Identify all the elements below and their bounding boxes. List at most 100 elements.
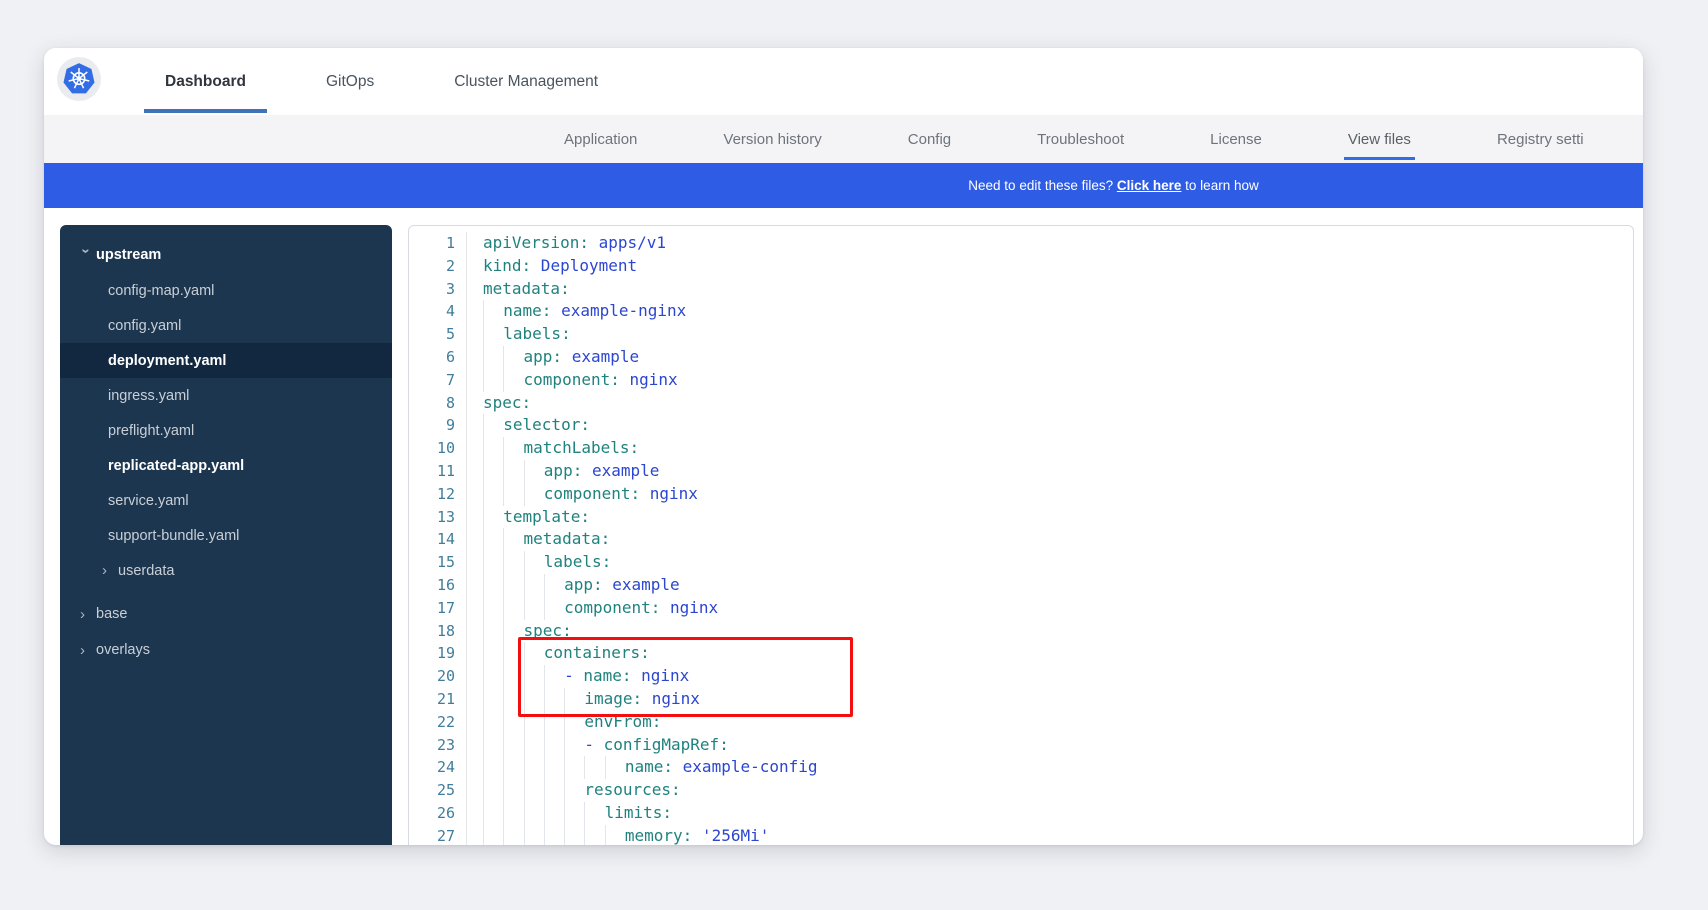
yaml-value: example [562,347,639,366]
tree-file-config-yaml[interactable]: config.yaml [60,308,392,343]
banner-click-here-link[interactable]: Click here [1117,178,1182,193]
yaml-key: resources: [584,780,680,799]
indent-guide [564,688,584,711]
yaml-value: example [603,575,680,594]
tree-file-ingress-yaml[interactable]: ingress.yaml [60,378,392,413]
code-text: kind: Deployment [467,255,637,278]
line-number: 1 [409,232,467,255]
code-line-20: 20- name: nginx [409,665,1633,688]
banner-prefix: Need to edit these files? [968,178,1117,193]
code-line-14: 14metadata: [409,528,1633,551]
code-line-24: 24name: example-config [409,756,1633,779]
yaml-value: example [582,461,659,480]
code-line-18: 18spec: [409,620,1633,643]
code-line-11: 11app: example [409,460,1633,483]
line-number: 2 [409,255,467,278]
tab-view-files[interactable]: View files [1348,115,1411,163]
yaml-key: component: [524,370,620,389]
tab-application[interactable]: Application [564,115,637,163]
code-line-15: 15labels: [409,551,1633,574]
code-line-10: 10matchLabels: [409,437,1633,460]
tree-folder-overlays[interactable]: ›overlays [60,632,392,668]
tree-file-replicated-app-yaml[interactable]: replicated-app.yaml [60,448,392,483]
tree-folder-upstream[interactable]: ›upstream [60,237,392,273]
line-number: 25 [409,779,467,802]
tab-troubleshoot[interactable]: Troubleshoot [1037,115,1124,163]
code-line-13: 13template: [409,506,1633,529]
top-nav: Dashboard GitOps Cluster Management [144,48,619,115]
tab-config[interactable]: Config [908,115,951,163]
code-line-19: 19containers: [409,642,1633,665]
tree-folder-userdata[interactable]: ›userdata [60,553,392,588]
tree-file-deployment-yaml[interactable]: deployment.yaml [60,343,392,378]
line-number: 18 [409,620,467,643]
code-text: metadata: [467,278,570,301]
nav-item-dashboard[interactable]: Dashboard [144,48,267,115]
indent-guide [483,483,503,506]
code-line-8: 8spec: [409,392,1633,415]
indent-guide [483,574,503,597]
code-text: spec: [467,620,572,643]
indent-guide [483,506,503,529]
banner-suffix: to learn how [1181,178,1258,193]
tab-license[interactable]: License [1210,115,1262,163]
indent-guide [483,551,503,574]
yaml-key: component: [544,484,640,503]
yaml-key: apiVersion: [483,233,589,252]
banner-text: Need to edit these files? Click here to … [968,178,1258,193]
chevron-right-icon: › [80,607,92,622]
code-text: component: nginx [467,369,678,392]
indent-guide [503,688,523,711]
yaml-list-dash: - [564,666,583,685]
line-number: 23 [409,734,467,757]
indent-guide [544,597,564,620]
indent-guide [544,688,564,711]
code-text: app: example [467,346,639,369]
chevron-right-icon: › [102,563,114,578]
indent-guide [564,779,584,802]
code-line-12: 12component: nginx [409,483,1633,506]
tab-version-history[interactable]: Version history [723,115,821,163]
tree-file-config-map-yaml[interactable]: config-map.yaml [60,273,392,308]
tree-folder-base[interactable]: ›base [60,596,392,632]
code-text: matchLabels: [467,437,639,460]
tab-registry-setti[interactable]: Registry setti [1497,115,1584,163]
code-text: - name: nginx [467,665,689,688]
line-number: 26 [409,802,467,825]
code-line-23: 23- configMapRef: [409,734,1633,757]
yaml-value: nginx [660,598,718,617]
indent-guide [564,711,584,734]
line-number: 4 [409,300,467,323]
nav-item-cluster-management[interactable]: Cluster Management [433,48,619,115]
chevron-right-icon: › [80,643,92,658]
indent-guide [564,734,584,757]
file-tree-sidebar: ›upstreamconfig-map.yamlconfig.yamldeplo… [60,225,392,845]
indent-guide [483,756,503,779]
indent-guide [524,460,544,483]
indent-guide [503,574,523,597]
line-number: 8 [409,392,467,415]
tree-item-label: config-map.yaml [104,283,214,299]
page: Dashboard GitOps Cluster Management Applic… [0,0,1708,910]
yaml-key: configMapRef: [604,735,729,754]
indent-guide [584,825,604,845]
yaml-value: example-config [673,757,818,776]
tree-file-support-bundle-yaml[interactable]: support-bundle.yaml [60,518,392,553]
yaml-key: image: [584,689,642,708]
indent-guide [524,825,544,845]
code-text: labels: [467,323,571,346]
line-number: 3 [409,278,467,301]
yaml-editor[interactable]: 1apiVersion: apps/v12kind: Deployment3me… [408,225,1634,845]
nav-item-gitops[interactable]: GitOps [305,48,395,115]
tree-item-label: upstream [92,247,161,263]
tree-item-label: config.yaml [104,318,181,334]
indent-guide [564,825,584,845]
kubernetes-helm-icon [62,62,96,96]
indent-guide [483,414,503,437]
code-line-9: 9selector: [409,414,1633,437]
code-text: app: example [467,574,680,597]
line-number: 17 [409,597,467,620]
tree-file-service-yaml[interactable]: service.yaml [60,483,392,518]
tree-file-preflight-yaml[interactable]: preflight.yaml [60,413,392,448]
line-number: 16 [409,574,467,597]
